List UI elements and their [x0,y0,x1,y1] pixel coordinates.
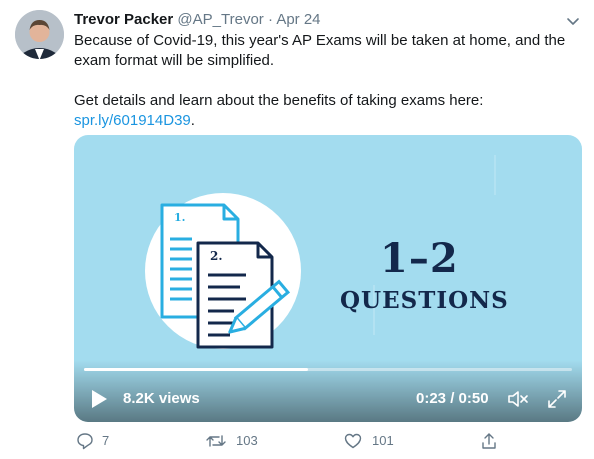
tweet-text-line: exam format will be simplified. [74,52,275,69]
retweet-count: 103 [236,433,258,448]
tweet-link[interactable]: spr.ly/601914D39 [74,112,191,129]
play-icon [92,390,107,408]
tweet-text: Because of Covid-19, this year's AP Exam… [74,31,584,131]
reply-icon [77,433,93,450]
mute-button[interactable] [507,389,529,409]
fullscreen-icon [548,390,566,408]
tweet-header: Trevor Packer @AP_Trevor · Apr 24 [74,10,321,30]
tweet-actions: 7 103 101 [0,431,594,451]
video-progress-bar[interactable] [84,368,572,371]
like-count: 101 [372,433,394,448]
retweet-icon [206,435,226,447]
mute-icon [508,391,528,407]
link-suffix: . [190,112,195,129]
chevron-down-icon [567,18,579,25]
author-handle[interactable]: @AP_Trevor [177,11,263,28]
like-icon [344,433,362,449]
author-name[interactable]: Trevor Packer [74,11,173,28]
video-progress-fill [84,368,309,371]
fullscreen-button[interactable] [546,388,568,410]
tweet-date[interactable]: Apr 24 [276,11,320,28]
reply-count: 7 [102,433,110,448]
video-heading-word: QUESTIONS [340,287,509,314]
avatar-image [15,10,64,59]
tweet-text-line: Get details and learn about the benefits… [74,92,484,109]
document-label: 1. [174,211,186,224]
video-heading-number: 1–2 [380,235,459,282]
avatar[interactable] [15,10,64,59]
tweet-text-line: Because of Covid-19, this year's AP Exam… [74,32,566,49]
document-label: 2. [210,249,223,263]
video-player[interactable]: 1. 2. 1–2 QUESTIONS 8.2K views 0:23 / 0:… [74,135,582,422]
play-button[interactable] [90,389,108,409]
view-count: 8.2K views [123,390,200,407]
video-time: 0:23 / 0:50 [416,390,489,407]
share-icon [482,433,496,449]
header-separator: · [267,11,273,28]
more-options-button[interactable] [564,12,582,30]
